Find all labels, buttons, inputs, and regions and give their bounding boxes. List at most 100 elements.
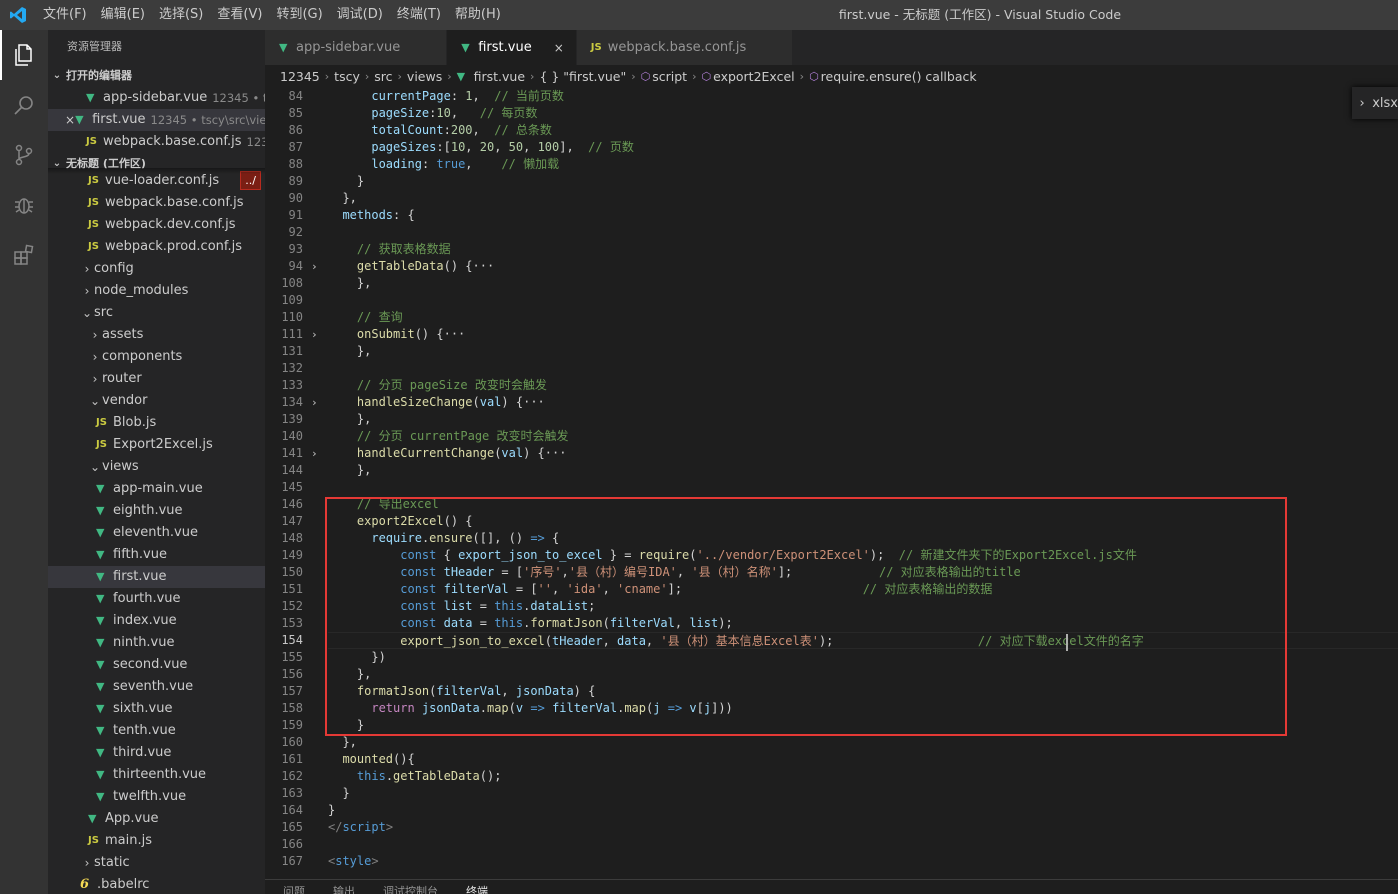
code-token: { (544, 531, 560, 545)
file-item[interactable]: JS webpack.prod.conf.js (48, 236, 265, 258)
panel-tab[interactable]: 调试控制台 (365, 880, 448, 894)
file-item[interactable]: ▼ eighth.vue (48, 500, 265, 522)
menu-item[interactable]: 终端(T) (390, 0, 448, 30)
file-item[interactable]: ▼ third.vue (48, 742, 265, 764)
menu-item[interactable]: 转到(G) (269, 0, 329, 30)
code-token: // 对应下载excel文件的名字 (977, 634, 1144, 648)
chevron-right-icon[interactable]: › (1352, 96, 1372, 111)
panel-tab[interactable]: 问题 (265, 880, 315, 894)
code-token: }, (328, 463, 372, 477)
fold-chevron-icon[interactable]: › (311, 445, 318, 462)
panel-tab[interactable]: 输出 (315, 880, 365, 894)
file-item[interactable]: ▼ twelfth.vue (48, 786, 265, 808)
file-item[interactable]: 6 .babelrc (48, 874, 265, 894)
file-item[interactable]: ▼ sixth.vue (48, 698, 265, 720)
breadcrumb-item[interactable]: src (374, 69, 392, 84)
extensions-icon[interactable] (0, 230, 48, 280)
file-item[interactable]: ▼ App.vue (48, 808, 265, 830)
fold-chevron-icon[interactable]: › (311, 258, 318, 275)
fold-chevron-icon[interactable]: › (311, 326, 318, 343)
code-token: , (472, 123, 495, 137)
menu-item[interactable]: 文件(F) (36, 0, 94, 30)
line-number: 90 (288, 191, 303, 205)
code-token: handleCurrentChange (356, 446, 495, 460)
folder-item[interactable]: ⌄ vendor (48, 390, 265, 412)
file-item[interactable]: JS webpack.dev.conf.js (48, 214, 265, 236)
js-file-icon: JS (96, 417, 107, 428)
breadcrumb-item[interactable]: { } "first.vue" (539, 69, 626, 84)
line-number: 162 (281, 769, 303, 783)
open-editor-item[interactable]: ▼ app-sidebar.vue 12345 • ts... (48, 87, 265, 109)
vue-file-icon: ▼ (96, 614, 105, 627)
folder-item[interactable]: › components (48, 346, 265, 368)
breadcrumb-item[interactable]: export2Excel (713, 69, 795, 84)
code-token: const (400, 565, 437, 579)
breadcrumb-item[interactable]: first.vue (474, 69, 525, 84)
line-number: 84 (288, 89, 303, 103)
code-content: require.ensure([], () => { (328, 530, 1398, 547)
close-icon[interactable]: × (65, 109, 75, 131)
menu-item[interactable]: 帮助(H) (448, 0, 508, 30)
folder-item[interactable]: ⌄ src (48, 302, 265, 324)
code-content: }, (328, 411, 1398, 428)
file-item[interactable]: JS Blob.js (48, 412, 265, 434)
folder-item[interactable]: › router (48, 368, 265, 390)
find-widget-text[interactable]: xlsx (1372, 96, 1398, 111)
debug-icon[interactable] (0, 180, 48, 230)
file-item[interactable]: ▼ seventh.vue (48, 676, 265, 698)
menu-item[interactable]: 调试(D) (330, 0, 390, 30)
folder-item[interactable]: › static (48, 852, 265, 874)
line-number: 149 (281, 548, 303, 562)
code-token: ( (602, 616, 610, 630)
file-item[interactable]: ▼ app-main.vue (48, 478, 265, 500)
file-item[interactable]: ▼ eleventh.vue (48, 522, 265, 544)
file-item[interactable]: ▼ second.vue (48, 654, 265, 676)
folder-name: router (102, 371, 142, 386)
file-item[interactable]: JS main.js (48, 830, 265, 852)
editor-tab[interactable]: ▼ app-sidebar.vue (265, 30, 448, 65)
file-name: main.js (105, 833, 152, 848)
open-editors-header[interactable]: ⌄ 打开的编辑器 (48, 65, 265, 87)
menu-item[interactable]: 选择(S) (152, 0, 210, 30)
search-icon[interactable] (0, 80, 48, 130)
code-editor[interactable]: 84 currentPage: 1, // 当前页数 85 pageSize:10… (265, 87, 1398, 879)
file-item[interactable]: ▼ thirteenth.vue (48, 764, 265, 786)
close-icon[interactable]: × (554, 41, 564, 55)
code-token: , (552, 582, 567, 596)
breadcrumb-item[interactable]: require.ensure() callback (821, 69, 977, 84)
line-number: 86 (288, 123, 303, 137)
code-token: // 总条数 (494, 123, 552, 137)
folder-item[interactable]: › node_modules (48, 280, 265, 302)
file-item[interactable]: JS Export2Excel.js (48, 434, 265, 456)
code-token: this (494, 616, 524, 630)
open-editor-item[interactable]: × ▼ first.vue 12345 • tscy\src\vie... (48, 109, 265, 131)
panel-tab[interactable]: 终端 (448, 880, 498, 894)
file-item[interactable]: ▼ first.vue (48, 566, 265, 588)
menu-item[interactable]: 编辑(E) (94, 0, 152, 30)
file-item[interactable]: ▼ index.vue (48, 610, 265, 632)
folder-item[interactable]: ⌄ views (48, 456, 265, 478)
find-widget[interactable]: › xlsx (1352, 87, 1398, 119)
folder-item[interactable]: › config (48, 258, 265, 280)
breadcrumb-item[interactable]: 12345 (280, 69, 320, 84)
editor-tab[interactable]: JS webpack.base.conf.js (576, 30, 794, 65)
file-item[interactable]: ▼ fourth.vue (48, 588, 265, 610)
breadcrumb-item[interactable]: script (652, 69, 687, 84)
source-control-icon[interactable] (0, 130, 48, 180)
menu-item[interactable]: 查看(V) (210, 0, 269, 30)
code-token: } = (602, 548, 639, 562)
file-item[interactable]: ▼ tenth.vue (48, 720, 265, 742)
folder-item[interactable]: › assets (48, 324, 265, 346)
files-icon[interactable] (0, 30, 48, 80)
code-token: ··· (523, 395, 545, 409)
code-content (328, 479, 1398, 496)
file-item[interactable]: ▼ ninth.vue (48, 632, 265, 654)
line-number: 160 (281, 735, 303, 749)
open-editor-item[interactable]: JS webpack.base.conf.js 1234... (48, 131, 265, 153)
fold-chevron-icon[interactable]: › (311, 394, 318, 411)
breadcrumb-item[interactable]: tscy (334, 69, 360, 84)
file-item[interactable]: JS webpack.base.conf.js (48, 192, 265, 214)
breadcrumb-item[interactable]: views (407, 69, 442, 84)
editor-tab[interactable]: ▼ first.vue × (447, 30, 577, 65)
file-item[interactable]: ▼ fifth.vue (48, 544, 265, 566)
